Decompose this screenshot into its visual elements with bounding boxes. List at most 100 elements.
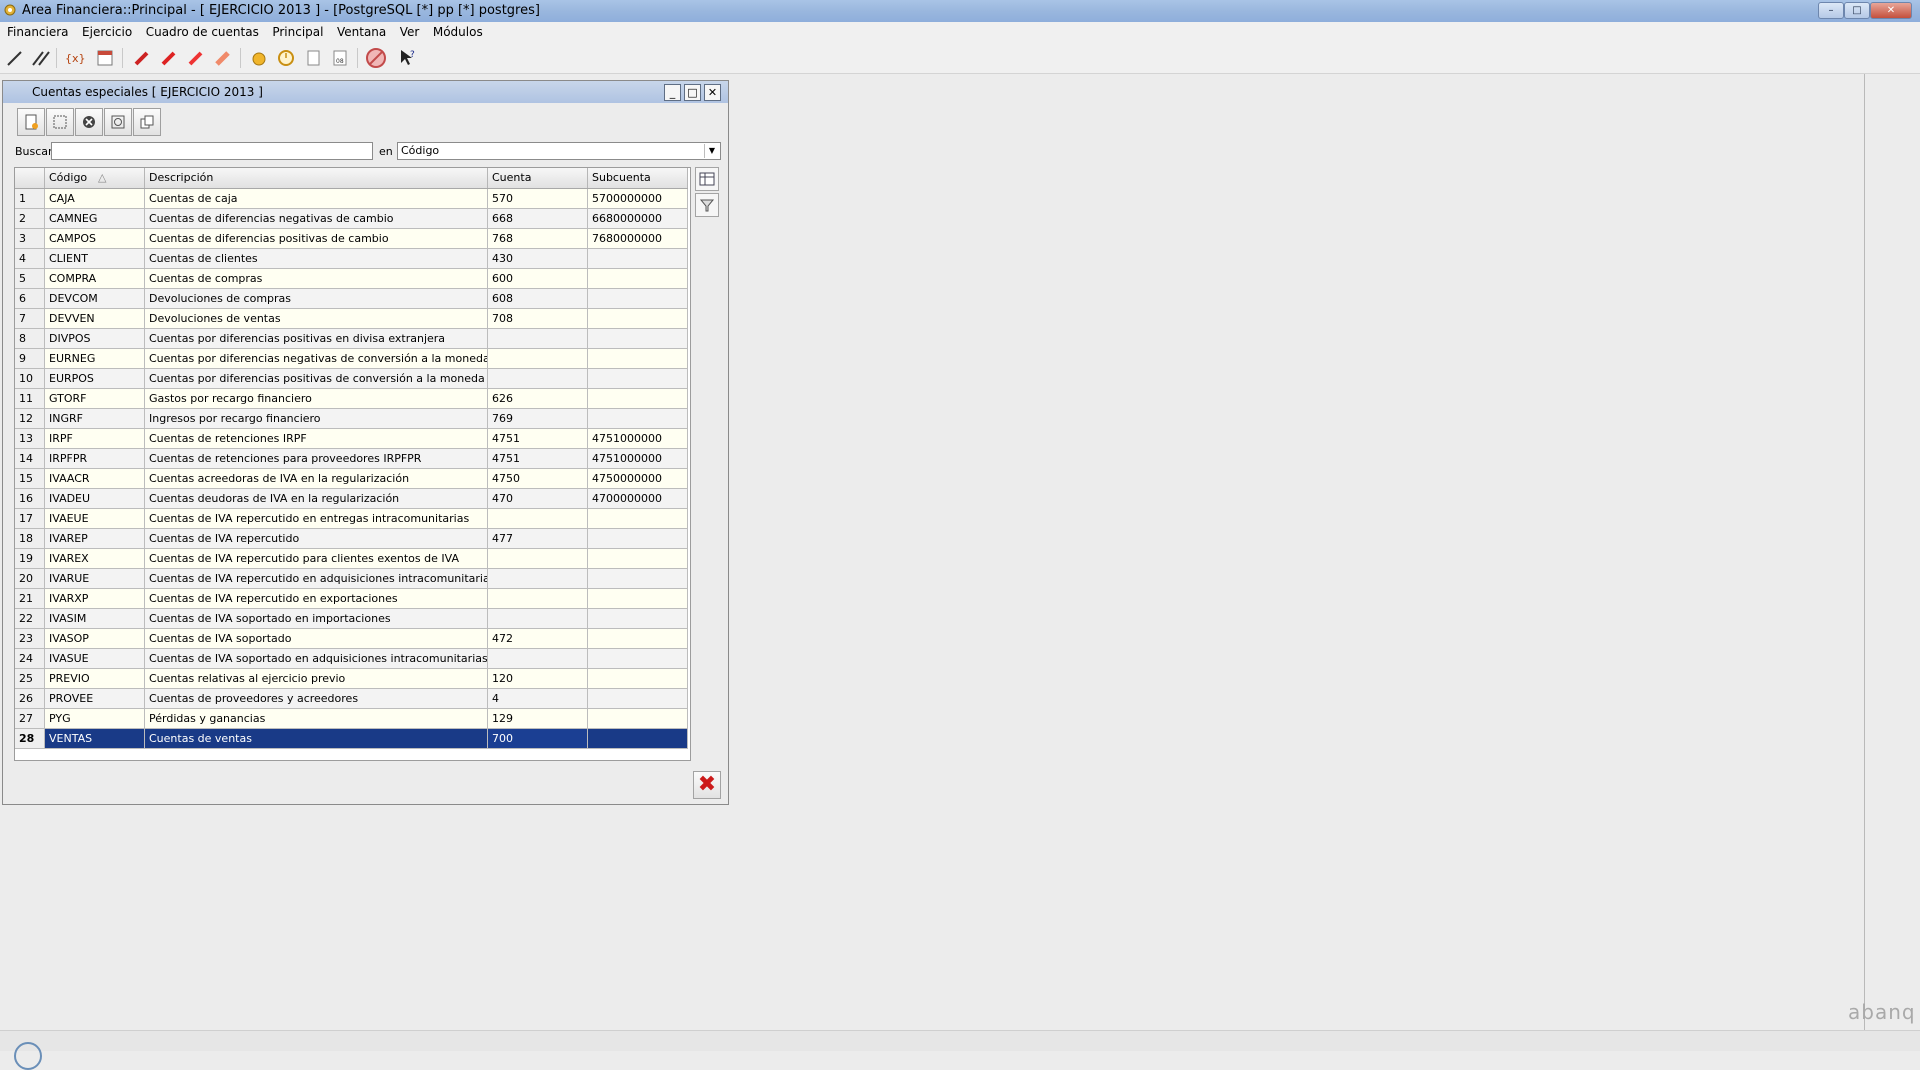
cell-cuenta[interactable] — [488, 329, 588, 349]
table-row[interactable]: 2 CAMNEG Cuentas de diferencias negativas … — [15, 209, 688, 229]
cell-codigo[interactable]: DEVCOM — [45, 289, 145, 309]
close-button[interactable]: ✕ — [1870, 2, 1912, 19]
table-row[interactable]: 22 IVASIM Cuentas de IVA soportado en impo… — [15, 609, 688, 629]
header-subcuenta[interactable]: Subcuenta — [588, 168, 688, 188]
cell-cuenta[interactable]: 472 — [488, 629, 588, 649]
row-number[interactable]: 2 — [15, 209, 45, 229]
menu-ver[interactable]: Ver — [395, 22, 425, 43]
cell-descripcion[interactable]: Cuentas de diferencias negativas de camb… — [145, 209, 488, 229]
cell-codigo[interactable]: CAJA — [45, 189, 145, 209]
cell-cuenta[interactable]: 570 — [488, 189, 588, 209]
cell-descripcion[interactable]: Cuentas de compras — [145, 269, 488, 289]
row-number[interactable]: 4 — [15, 249, 45, 269]
cell-codigo[interactable]: IVASUE — [45, 649, 145, 669]
table-row[interactable]: 18 IVAREP Cuentas de IVA repercutido 477 — [15, 529, 688, 549]
row-number[interactable]: 5 — [15, 269, 45, 289]
cell-descripcion[interactable]: Cuentas de diferencias positivas de camb… — [145, 229, 488, 249]
table-row[interactable]: 27 PYG Pérdidas y ganancias 129 — [15, 709, 688, 729]
table-row[interactable]: 24 IVASUE Cuentas de IVA soportado en adqu… — [15, 649, 688, 669]
subwindow-minimize-button[interactable]: _ — [664, 84, 681, 101]
table-row[interactable]: 10 EURPOS Cuentas por diferencias positiva… — [15, 369, 688, 389]
cell-descripcion[interactable]: Devoluciones de ventas — [145, 309, 488, 329]
delete-record-icon[interactable] — [75, 108, 103, 136]
cell-cuenta[interactable]: 626 — [488, 389, 588, 409]
cell-subcuenta[interactable]: 4751000000 — [588, 429, 688, 449]
cell-subcuenta[interactable]: 5700000000 — [588, 189, 688, 209]
menu-cuadro-de-cuentas[interactable]: Cuadro de cuentas — [141, 22, 264, 43]
cell-codigo[interactable]: IVARUE — [45, 569, 145, 589]
cell-codigo[interactable]: IVASOP — [45, 629, 145, 649]
cell-subcuenta[interactable] — [588, 649, 688, 669]
cell-subcuenta[interactable] — [588, 529, 688, 549]
cell-codigo[interactable]: EURNEG — [45, 349, 145, 369]
table-row[interactable]: 7 DEVVEN Devoluciones de ventas 708 — [15, 309, 688, 329]
table-row[interactable]: 5 COMPRA Cuentas de compras 600 — [15, 269, 688, 289]
menu-modulos[interactable]: Módulos — [428, 22, 488, 43]
cell-subcuenta[interactable] — [588, 309, 688, 329]
cell-codigo[interactable]: PYG — [45, 709, 145, 729]
table-row[interactable]: 13 IRPF Cuentas de retenciones IRPF 4751 475… — [15, 429, 688, 449]
coins-icon[interactable] — [247, 46, 271, 70]
cell-subcuenta[interactable] — [588, 689, 688, 709]
cell-subcuenta[interactable] — [588, 509, 688, 529]
fx-icon[interactable]: {x} — [63, 46, 87, 70]
row-number[interactable]: 15 — [15, 469, 45, 489]
table-row[interactable]: 9 EURNEG Cuentas por diferencias negativas… — [15, 349, 688, 369]
table-row[interactable]: 15 IVAACR Cuentas acreedoras de IVA en la … — [15, 469, 688, 489]
table-row[interactable]: 3 CAMPOS Cuentas de diferencias positivas … — [15, 229, 688, 249]
menu-ventana[interactable]: Ventana — [332, 22, 391, 43]
cell-subcuenta[interactable]: 4750000000 — [588, 469, 688, 489]
cell-codigo[interactable]: IVARXP — [45, 589, 145, 609]
cell-cuenta[interactable]: 4 — [488, 689, 588, 709]
red-pen-2-icon[interactable] — [157, 46, 181, 70]
calendar-08-icon[interactable]: 08 — [328, 46, 352, 70]
cell-descripcion[interactable]: Cuentas deudoras de IVA en la regulariza… — [145, 489, 488, 509]
cell-cuenta[interactable]: 4751 — [488, 429, 588, 449]
row-number[interactable]: 24 — [15, 649, 45, 669]
cell-descripcion[interactable]: Ingresos por recargo financiero — [145, 409, 488, 429]
cell-subcuenta[interactable] — [588, 369, 688, 389]
row-number[interactable]: 3 — [15, 229, 45, 249]
cell-cuenta[interactable]: 4750 — [488, 469, 588, 489]
cell-cuenta[interactable]: 4751 — [488, 449, 588, 469]
table-row[interactable]: 21 IVARXP Cuentas de IVA repercutido en ex… — [15, 589, 688, 609]
red-pen-3-icon[interactable] — [184, 46, 208, 70]
cell-cuenta[interactable]: 668 — [488, 209, 588, 229]
double-pencil-icon[interactable] — [29, 46, 53, 70]
search-field-select[interactable]: Código ▼ — [397, 142, 721, 160]
cell-codigo[interactable]: VENTAS — [45, 729, 145, 749]
red-pen-icon[interactable] — [130, 46, 154, 70]
cell-cuenta[interactable]: 477 — [488, 529, 588, 549]
row-number[interactable]: 1 — [15, 189, 45, 209]
cell-subcuenta[interactable] — [588, 329, 688, 349]
cell-cuenta[interactable] — [488, 589, 588, 609]
chevron-down-icon[interactable]: ▼ — [704, 144, 719, 158]
cell-descripcion[interactable]: Cuentas de clientes — [145, 249, 488, 269]
calendar-icon[interactable] — [93, 46, 117, 70]
cell-subcuenta[interactable]: 4700000000 — [588, 489, 688, 509]
cell-cuenta[interactable] — [488, 369, 588, 389]
cell-codigo[interactable]: PREVIO — [45, 669, 145, 689]
cell-descripcion[interactable]: Cuentas de IVA soportado — [145, 629, 488, 649]
view-record-icon[interactable] — [104, 108, 132, 136]
table-row[interactable]: 28 VENTAS Cuentas de ventas 700 — [15, 729, 688, 749]
row-number[interactable]: 21 — [15, 589, 45, 609]
cell-cuenta[interactable] — [488, 509, 588, 529]
cell-descripcion[interactable]: Cuentas de ventas — [145, 729, 488, 749]
cell-codigo[interactable]: IRPF — [45, 429, 145, 449]
subwindow-maximize-button[interactable]: □ — [684, 84, 701, 101]
cell-codigo[interactable]: GTORF — [45, 389, 145, 409]
copy-record-icon[interactable] — [133, 108, 161, 136]
pencil-icon[interactable] — [3, 46, 27, 70]
row-number[interactable]: 22 — [15, 609, 45, 629]
row-number[interactable]: 17 — [15, 509, 45, 529]
clock-icon[interactable] — [274, 46, 298, 70]
cell-cuenta[interactable]: 700 — [488, 729, 588, 749]
help-cursor-icon[interactable]: ? — [396, 46, 420, 70]
row-number[interactable]: 27 — [15, 709, 45, 729]
cell-descripcion[interactable]: Cuentas de IVA repercutido en exportacio… — [145, 589, 488, 609]
cell-cuenta[interactable] — [488, 569, 588, 589]
cell-codigo[interactable]: COMPRA — [45, 269, 145, 289]
cell-cuenta[interactable]: 430 — [488, 249, 588, 269]
cell-descripcion[interactable]: Cuentas de retenciones para proveedores … — [145, 449, 488, 469]
